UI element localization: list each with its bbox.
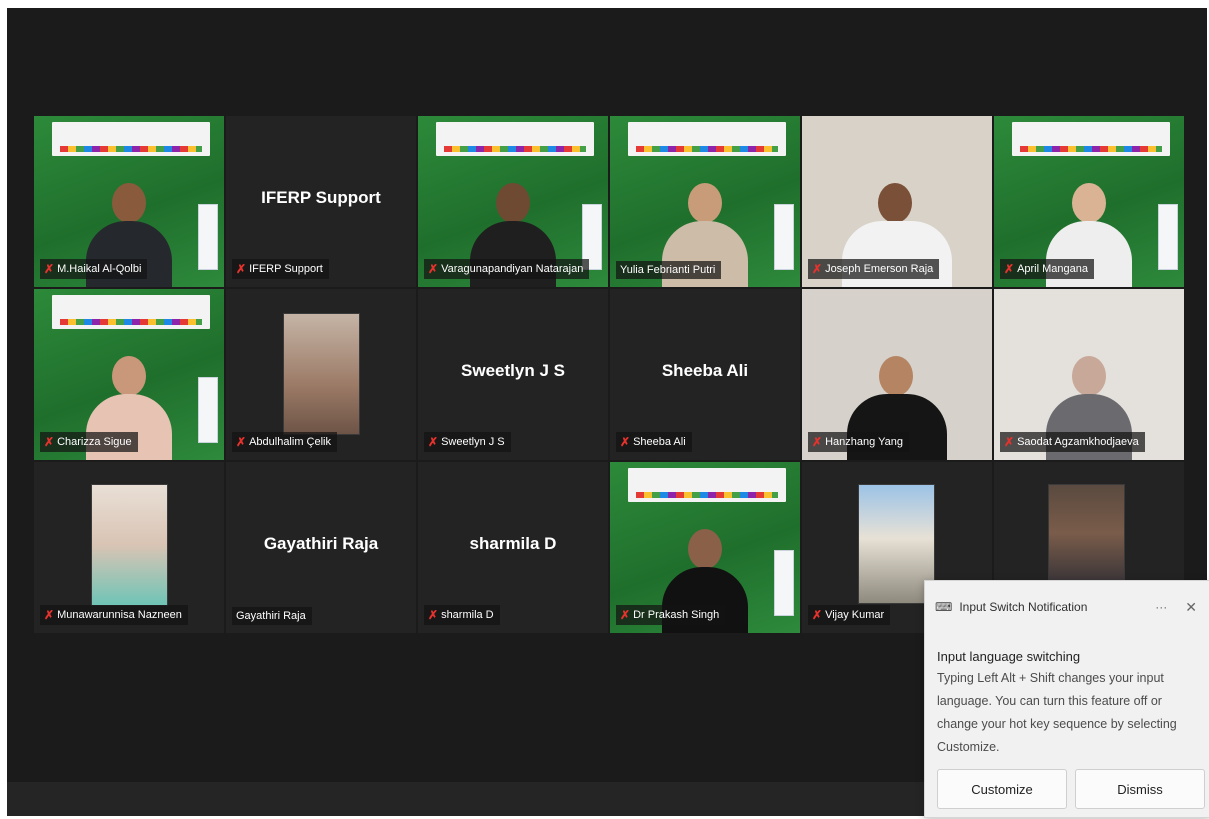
mic-off-icon: ✗ <box>44 262 55 276</box>
conference-banner <box>436 122 594 156</box>
participant-tile[interactable]: ✗ April Mangana <box>994 116 1184 287</box>
participant-name-label: ✗ Abdulhalim Çelik <box>232 432 337 452</box>
participant-tile[interactable]: sharmila D ✗ sharmila D <box>418 462 608 633</box>
participant-name-label: ✗ Dr Prakash Singh <box>616 605 726 625</box>
notification-text: Typing Left Alt + Shift changes your inp… <box>937 671 1177 754</box>
mic-off-icon: ✗ <box>44 608 55 622</box>
notification-header: ⌨ Input Switch Notification ··· ✕ <box>935 598 1203 616</box>
participant-tile[interactable]: ✗ Charizza Sigue <box>34 289 224 460</box>
participant-tile[interactable]: ✗ Hanzhang Yang <box>802 289 992 460</box>
conference-banner <box>52 295 210 329</box>
customize-button[interactable]: Customize <box>937 769 1067 809</box>
participant-tile[interactable]: ✗ Abdulhalim Çelik <box>226 289 416 460</box>
participant-name-label: ✗ Charizza Sigue <box>40 432 138 452</box>
participant-name-label: ✗ M.Haikal Al-Qolbi <box>40 259 148 279</box>
mic-off-icon: ✗ <box>812 435 823 449</box>
participant-tile[interactable]: Sheeba Ali ✗ Sheeba Ali <box>610 289 800 460</box>
mic-off-icon: ✗ <box>428 608 439 622</box>
poster <box>198 204 218 270</box>
conference-banner <box>1012 122 1170 156</box>
notification-title: Input Switch Notification <box>959 600 1088 614</box>
participant-tile[interactable]: ✗ Varagunapandiyan Natarajan <box>418 116 608 287</box>
participant-photo <box>283 313 360 435</box>
dismiss-button[interactable]: Dismiss <box>1075 769 1205 809</box>
participant-name-label: ✗ Saodat Agzamkhodjaeva <box>1000 432 1145 452</box>
participant-tile[interactable]: IFERP Support ✗ IFERP Support <box>226 116 416 287</box>
participant-name-label: ✗ sharmila D <box>424 605 500 625</box>
notification-heading: Input language switching <box>937 649 1081 664</box>
participant-name-label: ✗ April Mangana <box>1000 259 1094 279</box>
participant-name-label: Gayathiri Raja <box>232 607 312 625</box>
participant-name-label: ✗ IFERP Support <box>232 259 329 279</box>
conference-banner <box>628 122 786 156</box>
participant-name-label: ✗ Joseph Emerson Raja <box>808 259 940 279</box>
participant-name-label: Yulia Febrianti Putri <box>616 261 722 279</box>
poster <box>1158 204 1178 270</box>
mic-off-icon: ✗ <box>812 608 823 622</box>
participant-tile[interactable]: Sweetlyn J S ✗ Sweetlyn J S <box>418 289 608 460</box>
participant-name-label: ✗ Hanzhang Yang <box>808 432 909 452</box>
keyboard-icon: ⌨ <box>935 600 953 614</box>
mic-off-icon: ✗ <box>428 435 439 449</box>
participant-photo <box>91 484 168 606</box>
participant-display-name: sharmila D <box>469 534 557 553</box>
close-icon[interactable]: ✕ <box>1185 599 1197 616</box>
participant-tile[interactable]: ✗ Munawarunnisa Nazneen <box>34 462 224 633</box>
participant-name-label: ✗ Varagunapandiyan Natarajan <box>424 259 590 279</box>
mic-off-icon: ✗ <box>236 262 247 276</box>
mic-off-icon: ✗ <box>620 608 631 622</box>
mic-off-icon: ✗ <box>428 262 439 276</box>
participant-name-label: ✗ Munawarunnisa Nazneen <box>40 605 188 625</box>
participant-display-name: Gayathiri Raja <box>263 534 379 553</box>
participant-display-name: Sweetlyn J S <box>461 361 565 380</box>
poster <box>198 377 218 443</box>
mic-off-icon: ✗ <box>1004 435 1015 449</box>
participant-tile-active-speaker[interactable]: Yulia Febrianti Putri <box>610 116 800 287</box>
input-switch-notification: ⌨ Input Switch Notification ··· ✕ Input … <box>924 580 1209 818</box>
participant-tile[interactable]: ✗ Joseph Emerson Raja <box>802 116 992 287</box>
participant-name-label: ✗ Vijay Kumar <box>808 605 891 625</box>
conference-banner <box>52 122 210 156</box>
conference-banner <box>628 468 786 502</box>
participant-display-name: IFERP Support <box>261 188 381 207</box>
more-options-icon[interactable]: ··· <box>1155 600 1167 614</box>
poster <box>774 550 794 616</box>
participant-name-label: ✗ Sweetlyn J S <box>424 432 511 452</box>
participant-display-name: Sheeba Ali <box>661 361 749 380</box>
participant-tile[interactable]: ✗ M.Haikal Al-Qolbi <box>34 116 224 287</box>
participant-tile[interactable]: Gayathiri Raja Gayathiri Raja <box>226 462 416 633</box>
notification-body: Input language switching Typing Left Alt… <box>937 649 1199 759</box>
participant-tile[interactable]: ✗ Saodat Agzamkhodjaeva <box>994 289 1184 460</box>
poster <box>774 204 794 270</box>
participant-tile[interactable]: ✗ Dr Prakash Singh <box>610 462 800 633</box>
mic-off-icon: ✗ <box>620 435 631 449</box>
mic-off-icon: ✗ <box>236 435 247 449</box>
mic-off-icon: ✗ <box>1004 262 1015 276</box>
participant-name-label: ✗ Sheeba Ali <box>616 432 692 452</box>
mic-off-icon: ✗ <box>812 262 823 276</box>
mic-off-icon: ✗ <box>44 435 55 449</box>
